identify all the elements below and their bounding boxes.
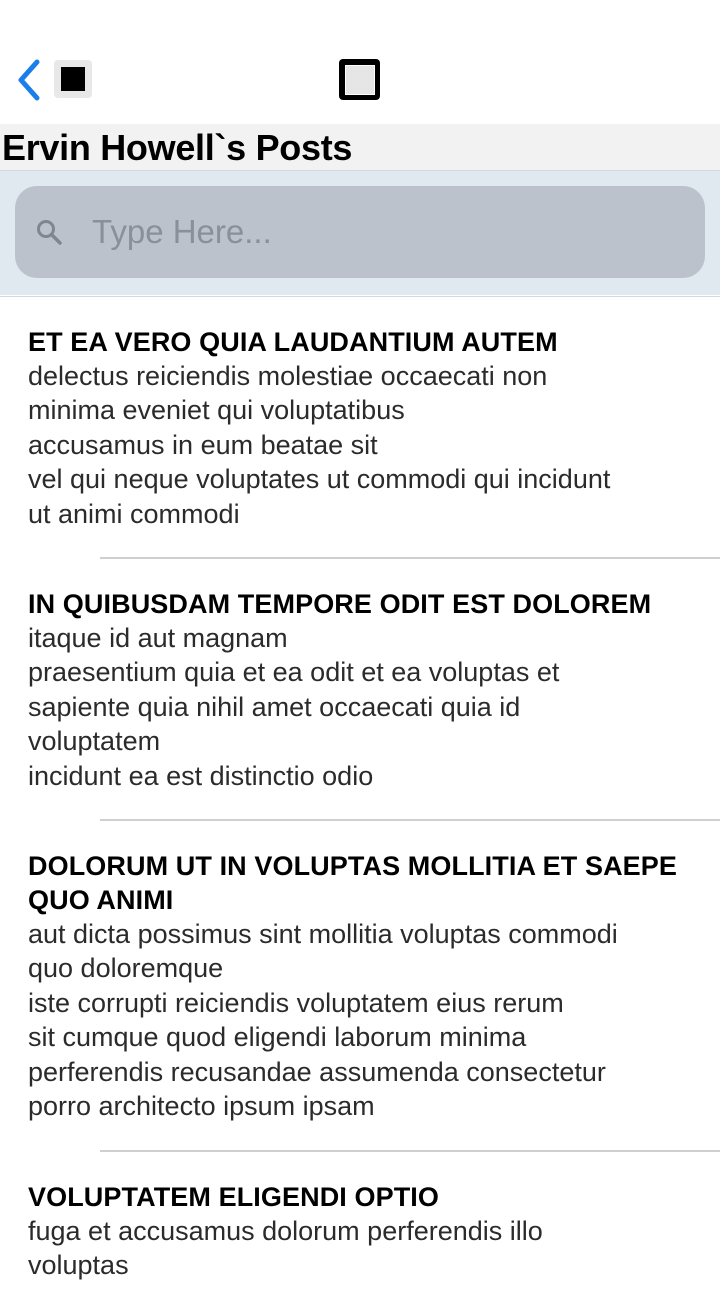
stop-square-icon <box>61 67 85 91</box>
post-body: itaque id aut magnam praesentium quia et… <box>28 621 700 793</box>
chevron-left-icon <box>15 58 43 102</box>
navigation-bar <box>0 0 720 125</box>
list-item[interactable]: ET EA VERO QUIA LAUDANTIUM AUTEM delectu… <box>0 297 720 559</box>
search-bar <box>0 171 720 295</box>
search-icon <box>35 218 63 246</box>
post-title: DOLORUM UT IN VOLUPTAS MOLLITIA ET SAEPE… <box>28 849 700 917</box>
list-item[interactable]: IN QUIBUSDAM TEMPORE ODIT EST DOLOREM it… <box>0 559 720 821</box>
post-body: fuga et accusamus dolorum perferendis il… <box>28 1214 700 1283</box>
post-list: ET EA VERO QUIA LAUDANTIUM AUTEM delectu… <box>0 296 720 1310</box>
post-title: ET EA VERO QUIA LAUDANTIUM AUTEM <box>28 325 700 359</box>
list-item[interactable]: DOLORUM UT IN VOLUPTAS MOLLITIA ET SAEPE… <box>0 821 720 1151</box>
post-body: delectus reiciendis molestiae occaecati … <box>28 359 700 531</box>
post-title: VOLUPTATEM ELIGENDI OPTIO <box>28 1180 700 1214</box>
stop-button[interactable] <box>54 60 92 98</box>
post-title: IN QUIBUSDAM TEMPORE ODIT EST DOLOREM <box>28 587 700 621</box>
page-title: Ervin Howell`s Posts <box>2 128 352 168</box>
post-body: aut dicta possimus sint mollitia volupta… <box>28 917 700 1123</box>
search-box[interactable] <box>15 186 705 278</box>
back-button[interactable] <box>12 56 46 104</box>
list-item[interactable]: VOLUPTATEM ELIGENDI OPTIO fuga et accusa… <box>0 1152 720 1310</box>
page-header: Ervin Howell`s Posts <box>0 124 720 171</box>
search-input[interactable] <box>92 186 682 278</box>
square-icon <box>339 59 380 100</box>
